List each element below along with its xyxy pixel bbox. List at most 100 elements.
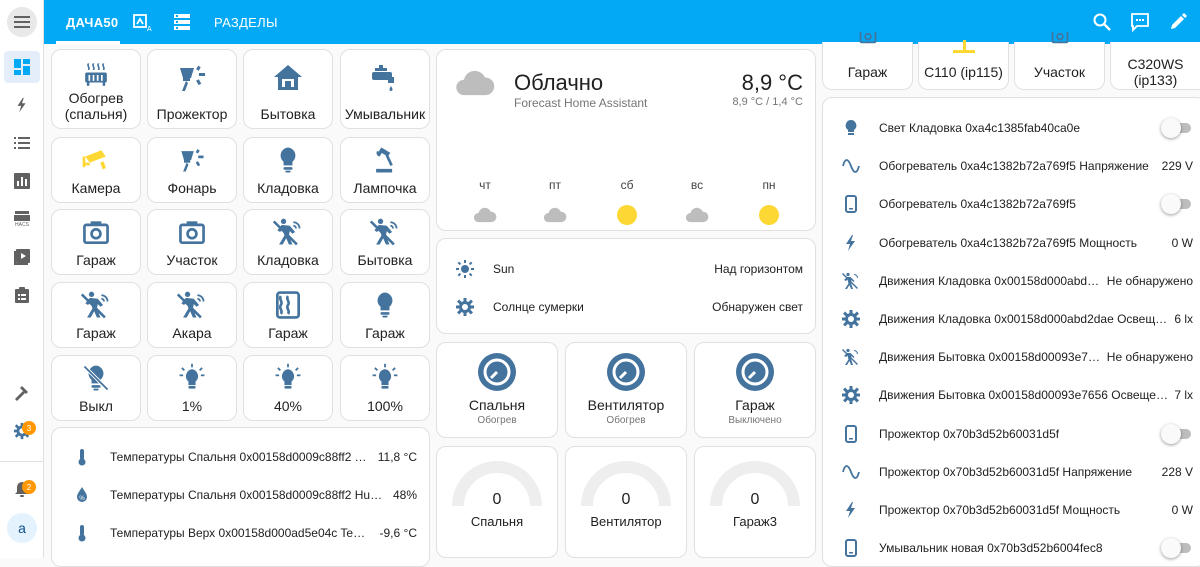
entity-row[interactable]: Обогреватель 0xa4c1382b72a769f5 Напряжен… [823,147,1200,185]
entity-row[interactable]: Движения Бытовка 0x00158d00093e7656 Осве… [823,376,1200,414]
button-tile[interactable]: Бытовка [340,209,430,275]
motion-icon [369,216,401,248]
entity-row[interactable]: Умывальник новая 0x70b3d52b6004fec8 [823,529,1200,567]
entity-row[interactable]: Движения Кладовка 0x00158d000abd2dae Осв… [823,300,1200,338]
hacs-label: HACS [15,222,29,228]
camera-tile[interactable]: Гараж [822,42,913,90]
sidebar-item-history[interactable] [4,165,40,197]
entity-row[interactable]: Движения Кладовка 0x00158d000abd2dae Не о… [823,262,1200,300]
sidebar-item-overview[interactable] [4,51,40,83]
sidebar-item-todo[interactable] [4,279,40,311]
sensor-row[interactable]: Температуры Спальня 0x00158d0009c88ff2 H… [52,476,429,514]
entity-row[interactable]: Движения Бытовка 0x00158d00093e7656 Не об… [823,338,1200,376]
sun-icon [756,202,782,228]
entity-toggle[interactable] [1161,423,1191,444]
sidebar-item-energy[interactable] [4,89,40,121]
gear-icon [841,385,861,405]
sidebar-item-logbook[interactable] [4,127,40,159]
button-tile[interactable]: 1% [147,355,237,421]
tablet-icon [841,424,861,444]
thermostat-state: Выключено [728,415,782,426]
button-label: Кладовка [257,252,319,268]
button-tile[interactable]: Акара [147,282,237,348]
entity-toggle[interactable] [1161,194,1191,215]
button-label: Выкл [79,398,113,414]
toggle-knob [1161,538,1181,559]
button-tile[interactable]: Камера [51,137,141,203]
pencil-icon[interactable] [1168,12,1188,32]
thermostat-name: Вентилятор [587,397,665,413]
entity-row[interactable]: Свет Кладовка 0xa4c1385fab40ca0e [823,109,1200,147]
gauge-card[interactable]: 0 Вентилятор [565,446,687,558]
sidebar-item-media[interactable] [4,241,40,273]
entity-value: Не обнаружено [1106,273,1193,288]
tile-label: Гараж [847,64,888,80]
menu-button[interactable] [7,7,37,37]
server-icon[interactable] [172,12,192,32]
button-tile[interactable]: Бытовка [243,49,333,129]
gauge-card[interactable]: 0 Спальня [436,446,558,558]
thermostat-tile[interactable]: Гараж Выключено [694,342,816,438]
tile-label: C320WS (ip133) [1127,56,1184,88]
list-icon [14,137,30,149]
search-icon[interactable] [1092,12,1112,32]
sensor-row[interactable]: Температуры Верх 0x00158d000ad5e04c Temp… [52,514,429,552]
sensor-row[interactable]: Температуры Спальня 0x00158d0009c88ff2 T… [52,438,429,476]
weather-condition: Облачно [514,70,604,95]
entity-toggle[interactable] [1161,538,1191,559]
button-tile[interactable]: Обогрев (спальня) [51,49,141,129]
button-tile[interactable]: Лампочка [340,137,430,203]
camera-tile[interactable]: C320WS (ip133) [1110,42,1200,90]
spotlight-icon [174,60,210,96]
tab-dacha50[interactable]: ДАЧА50 [66,0,118,44]
thermostat-name: Спальня [468,397,526,413]
button-tile[interactable]: Выкл [51,355,141,421]
map-icon[interactable]: A [132,12,152,32]
thermostat-tile[interactable]: Спальня Обогрев [436,342,558,438]
button-tile[interactable]: Умывальник [340,49,430,129]
chat-icon[interactable] [1130,12,1150,32]
button-label: Обогрев (спальня) [64,90,128,122]
thermostat-icon [605,351,647,393]
tab-sections[interactable]: РАЗДЕЛЫ [214,0,278,44]
button-tile[interactable]: Фонарь [147,137,237,203]
entity-row[interactable]: Прожектор 0x70b3d52b60031d5f Мощность 0 W [823,491,1200,529]
button-tile[interactable]: 40% [243,355,333,421]
entity-row[interactable]: Прожектор 0x70b3d52b60031d5f [823,415,1200,453]
sun-row[interactable]: Солнце сумерки Обнаружен свет [437,288,815,326]
button-tile[interactable]: Гараж [51,209,141,275]
sensor-name: Температуры Спальня 0x00158d0009c88ff2 T… [110,450,370,464]
sun-row[interactable]: Sun Над горизонтом [437,250,815,288]
button-tile[interactable]: Участок [147,209,237,275]
button-tile[interactable]: Прожектор [147,49,237,129]
button-tile[interactable]: Гараж [340,282,430,348]
button-tile[interactable]: 100% [340,355,430,421]
avatar[interactable]: a [7,513,37,543]
button-label: Гараж [365,325,405,341]
entity-row[interactable]: Прожектор 0x70b3d52b60031d5f Напряжение 2… [823,453,1200,491]
weather-temperature: 8,9 °C [741,70,803,95]
entity-row[interactable]: Обогреватель 0xa4c1382b72a769f5 Мощность… [823,224,1200,262]
weather-card[interactable]: Облачно Forecast Home Assistant 8,9 °C 8… [436,49,816,271]
lightning-icon [841,233,861,253]
weather-source: Forecast Home Assistant [514,96,648,110]
radiator-icon [78,60,114,90]
button-tile[interactable]: Гараж [243,282,333,348]
camera-tile[interactable]: C110 (ip115) [918,40,1009,90]
dashboard-icon [14,59,30,75]
sun-icon [614,202,640,228]
cloud-icon [472,202,498,228]
camera-tile[interactable]: Участок [1014,42,1105,90]
sidebar-item-hacs[interactable]: HACS [4,203,40,235]
entity-toggle[interactable] [1161,118,1191,138]
toggle-knob [1161,118,1181,138]
button-tile[interactable]: Кладовка [243,209,333,275]
gauge-card[interactable]: 0 Гараж3 [694,446,816,558]
sun-name: Sun [493,262,515,276]
motion-icon [80,289,112,321]
button-tile[interactable]: Кладовка [243,137,333,203]
thermostat-tile[interactable]: Вентилятор Обогрев [565,342,687,438]
button-tile[interactable]: Гараж [51,282,141,348]
entity-row[interactable]: Обогреватель 0xa4c1382b72a769f5 [823,185,1200,223]
sidebar-item-developer-tools[interactable] [4,377,40,409]
